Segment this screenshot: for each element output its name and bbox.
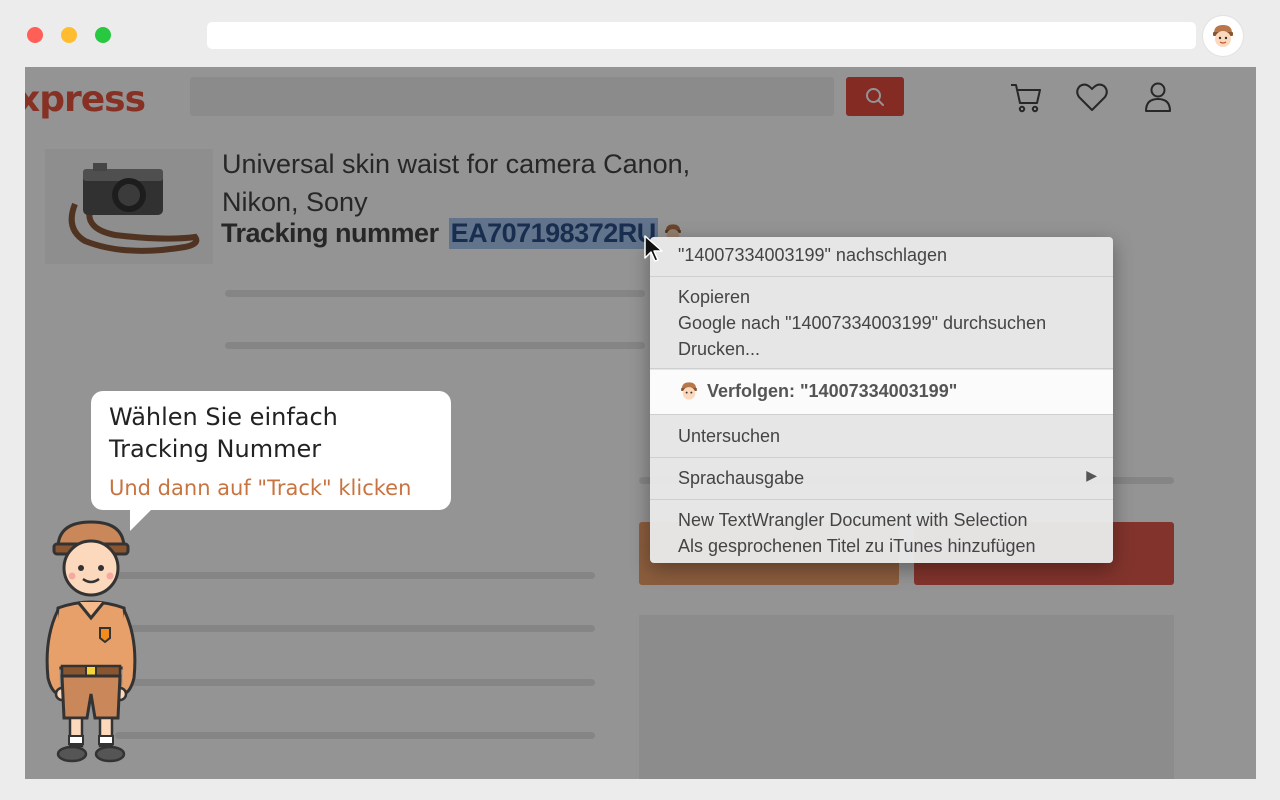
menu-item-track-label: Verfolgen: "14007334003199" <box>707 380 958 401</box>
courier-mascot-illustration <box>45 520 137 763</box>
hint-bubble: Wählen Sie einfach Tracking Nummer Und d… <box>91 391 451 510</box>
menu-separator <box>650 457 1113 458</box>
menu-separator <box>650 276 1113 277</box>
mascot-face-icon <box>681 382 697 400</box>
context-menu: "14007334003199" nachschlagen Kopieren G… <box>650 237 1113 563</box>
menu-item-itunes[interactable]: Als gesprochenen Titel zu iTunes hinzufü… <box>678 536 1036 557</box>
hint-subtitle: Und dann auf "Track" klicken <box>109 476 412 500</box>
window-close-button[interactable] <box>27 27 43 43</box>
menu-item-inspect[interactable]: Untersuchen <box>678 426 780 447</box>
extension-button[interactable] <box>1203 16 1243 56</box>
menu-item-copy[interactable]: Kopieren <box>678 287 750 308</box>
window-minimize-button[interactable] <box>61 27 77 43</box>
menu-item-track[interactable]: Verfolgen: "14007334003199" <box>678 380 957 402</box>
window-zoom-button[interactable] <box>95 27 111 43</box>
mascot-face-icon <box>1213 25 1233 47</box>
submenu-arrow-icon: ▶ <box>1086 467 1097 483</box>
menu-item-speech[interactable]: Sprachausgabe <box>678 468 804 489</box>
mouse-cursor-icon <box>644 235 663 262</box>
hint-title: Wählen Sie einfach Tracking Nummer <box>109 403 338 463</box>
menu-item-lookup[interactable]: "14007334003199" nachschlagen <box>678 245 947 266</box>
menu-separator <box>650 499 1113 500</box>
address-bar[interactable] <box>207 22 1196 49</box>
menu-separator <box>650 368 1113 369</box>
menu-item-print[interactable]: Drucken... <box>678 339 760 360</box>
menu-separator <box>650 414 1113 415</box>
menu-item-textwrangler[interactable]: New TextWrangler Document with Selection <box>678 510 1028 531</box>
menu-item-google-search[interactable]: Google nach "14007334003199" durchsuchen <box>678 313 1046 334</box>
